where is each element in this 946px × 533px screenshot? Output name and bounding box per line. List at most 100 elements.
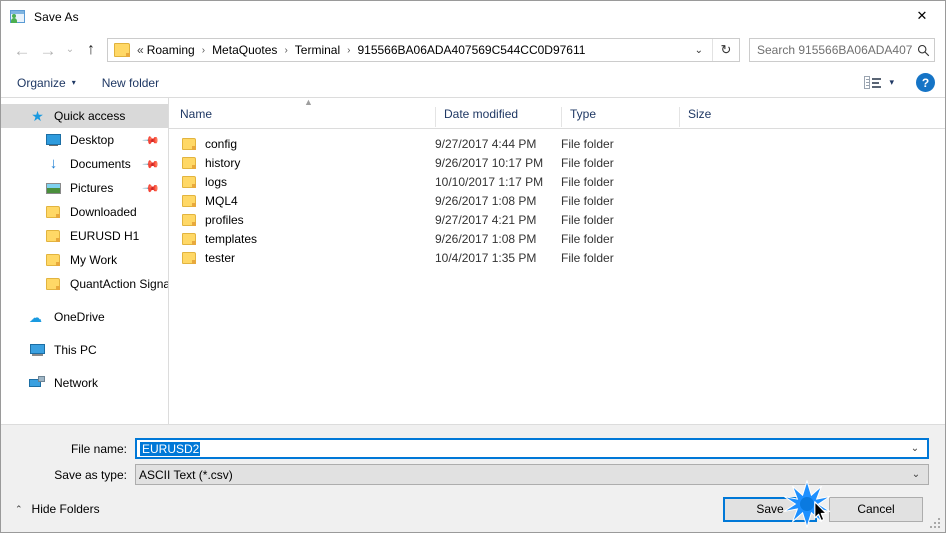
address-dropdown-icon[interactable]: ⌄ — [689, 45, 712, 56]
sidebar-item-desktop[interactable]: Desktop 📌 — [1, 128, 168, 152]
file-date: 10/4/2017 1:35 PM — [435, 250, 537, 265]
navigation-bar: ← → ⌄ ↑ « Roaming › MetaQuotes › Termina… — [1, 32, 945, 68]
save-as-app-icon — [10, 9, 26, 25]
sidebar-item-quick-access[interactable]: ★ Quick access — [1, 104, 168, 128]
save-button[interactable]: Save — [723, 496, 817, 522]
save-as-type-value: ASCII Text (*.csv) — [139, 467, 233, 482]
breadcrumb-item-terminal[interactable]: Terminal — [294, 43, 341, 57]
sidebar-item-onedrive[interactable]: ☁ OneDrive — [1, 305, 168, 329]
view-dropdown-icon[interactable]: ▾ — [889, 77, 894, 88]
sidebar-item-my-work[interactable]: My Work — [1, 248, 168, 272]
table-row[interactable]: profiles 9/27/2017 4:21 PM File folder — [169, 210, 945, 229]
sidebar-item-downloaded[interactable]: Downloaded — [1, 200, 168, 224]
up-one-level-icon[interactable]: ↑ — [79, 37, 103, 63]
sidebar-divider — [1, 362, 168, 371]
file-name-input[interactable]: EURUSD2 ⌄ — [135, 438, 929, 459]
sort-ascending-icon: ▲ — [304, 97, 313, 107]
search-icon — [912, 44, 934, 57]
file-name: config — [205, 136, 238, 151]
sidebar-item-label: Documents — [70, 157, 131, 171]
folder-icon — [182, 137, 196, 150]
help-button[interactable]: ? — [916, 73, 935, 92]
sidebar-item-network[interactable]: Network — [1, 371, 168, 395]
column-header-type[interactable]: Type — [561, 107, 679, 127]
file-name: logs — [205, 174, 228, 189]
table-row[interactable]: history 9/26/2017 10:17 PM File folder — [169, 153, 945, 172]
breadcrumb-item-roaming[interactable]: Roaming — [146, 43, 196, 57]
file-name: templates — [205, 231, 258, 246]
file-rows: config 9/27/2017 4:44 PM File folder his… — [169, 129, 945, 267]
pin-icon[interactable]: 📌 — [142, 155, 161, 173]
cancel-button[interactable]: Cancel — [829, 496, 923, 522]
save-as-dialog: Save As ✕ ← → ⌄ ↑ « Roaming › MetaQuotes… — [0, 0, 946, 533]
file-type: File folder — [561, 155, 614, 170]
sidebar-item-label: EURUSD H1 — [70, 229, 140, 243]
save-as-type-label: Save as type: — [54, 467, 127, 482]
new-folder-button[interactable]: New folder — [102, 76, 159, 90]
folder-icon — [45, 204, 62, 220]
change-view-icon[interactable] — [864, 76, 882, 89]
network-icon — [29, 375, 46, 391]
table-row[interactable]: logs 10/10/2017 1:17 PM File folder — [169, 172, 945, 191]
file-name: history — [205, 155, 241, 170]
sidebar-divider — [1, 329, 168, 338]
sidebar-item-pictures[interactable]: Pictures 📌 — [1, 176, 168, 200]
toolbar-right-group: ▾ ? — [864, 73, 935, 92]
file-date: 9/26/2017 1:08 PM — [435, 231, 537, 246]
sidebar-item-label: Network — [54, 376, 99, 390]
folder-icon — [45, 276, 62, 292]
save-form: File name: EURUSD2 ⌄ Save as type: ASCII… — [1, 424, 945, 486]
resize-grip[interactable] — [930, 518, 941, 529]
refresh-icon[interactable]: ↻ — [712, 39, 739, 61]
sidebar-item-quantaction-signal[interactable]: QuantAction Signal — [1, 272, 168, 296]
save-as-type-select[interactable]: ASCII Text (*.csv) ⌄ — [135, 464, 929, 485]
table-row[interactable]: templates 9/26/2017 1:08 PM File folder — [169, 229, 945, 248]
breadcrumb-item-guid[interactable]: 915566BA06ADA407569C544CC0D97611 — [356, 43, 586, 57]
chevron-down-icon[interactable]: ⌄ — [904, 469, 928, 480]
file-list-pane: ▲ Name Date modified Type Size config 9/… — [169, 98, 945, 424]
file-name-value: EURUSD2 — [140, 441, 201, 456]
sidebar-item-this-pc[interactable]: This PC — [1, 338, 168, 362]
breadcrumb-separator: › — [347, 44, 351, 56]
recent-locations-icon[interactable]: ⌄ — [61, 37, 79, 63]
column-header-name[interactable]: Name — [169, 107, 435, 127]
file-name-label: File name: — [70, 441, 127, 456]
search-box[interactable]: Search 915566BA06ADA40756... — [749, 38, 935, 62]
chevron-down-icon[interactable]: ⌄ — [903, 443, 927, 454]
file-date: 10/10/2017 1:17 PM — [435, 174, 544, 189]
sort-indicator: ▲ — [169, 98, 945, 107]
file-name-row: File name: EURUSD2 ⌄ — [17, 438, 929, 459]
sidebar-item-eurusd-h1[interactable]: EURUSD H1 — [1, 224, 168, 248]
folder-icon — [114, 43, 130, 57]
pin-icon[interactable]: 📌 — [142, 179, 161, 197]
pin-icon[interactable]: 📌 — [142, 131, 161, 149]
star-icon: ★ — [31, 108, 44, 124]
breadcrumb-overflow[interactable]: « — [136, 43, 146, 57]
pictures-icon — [45, 180, 62, 196]
address-bar[interactable]: « Roaming › MetaQuotes › Terminal › 9155… — [107, 38, 740, 62]
download-arrow-icon: ↓ — [49, 155, 58, 172]
file-type: File folder — [561, 250, 614, 265]
sidebar-item-label: My Work — [70, 253, 118, 267]
breadcrumb-separator: › — [284, 44, 288, 56]
column-header-date-modified[interactable]: Date modified — [435, 107, 561, 127]
table-row[interactable]: MQL4 9/26/2017 1:08 PM File folder — [169, 191, 945, 210]
hide-folders-button[interactable]: ⌃ Hide Folders — [15, 502, 100, 516]
column-header-size[interactable]: Size — [679, 107, 759, 127]
file-name: MQL4 — [205, 193, 238, 208]
sidebar-item-documents[interactable]: ↓ Documents 📌 — [1, 152, 168, 176]
close-icon[interactable]: ✕ — [899, 1, 945, 31]
table-row[interactable]: tester 10/4/2017 1:35 PM File folder — [169, 248, 945, 267]
search-input[interactable]: Search 915566BA06ADA40756... — [750, 43, 912, 57]
cloud-icon: ☁ — [29, 310, 42, 325]
file-name: profiles — [205, 212, 244, 227]
table-row[interactable]: config 9/27/2017 4:44 PM File folder — [169, 134, 945, 153]
forward-icon[interactable]: → — [35, 37, 61, 63]
back-icon[interactable]: ← — [9, 37, 35, 63]
organize-button[interactable]: Organize ▾ — [17, 76, 76, 90]
chevron-down-icon: ▾ — [71, 78, 76, 87]
window-title: Save As — [34, 9, 79, 24]
save-as-type-row: Save as type: ASCII Text (*.csv) ⌄ — [17, 464, 929, 485]
breadcrumb-item-metaquotes[interactable]: MetaQuotes — [211, 43, 278, 57]
hide-folders-label: Hide Folders — [31, 502, 100, 516]
